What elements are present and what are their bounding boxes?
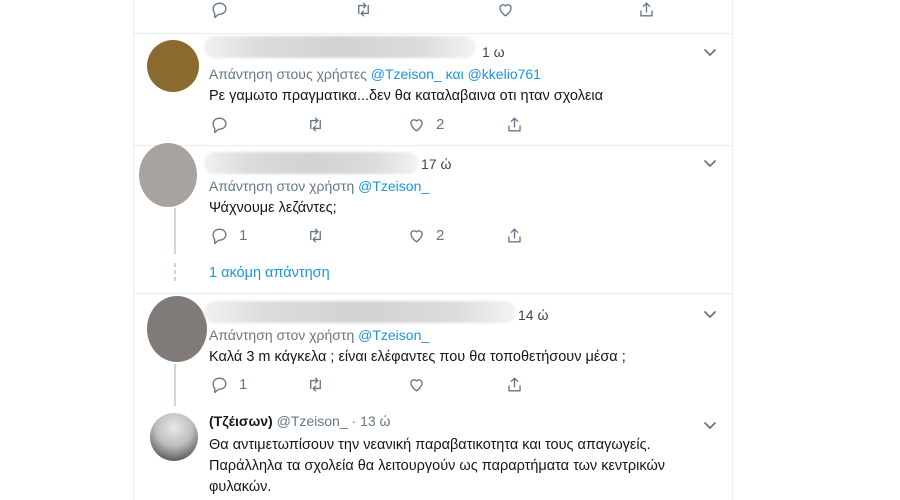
chevron-down-icon[interactable] [702,306,718,322]
tweet-text-line: Παράλληλα τα σχολεία θα λειτουργούν ως π… [209,458,666,474]
share-icon [508,228,521,243]
heart-icon [410,230,423,243]
tweet-text: Καλά 3 m κάγκελα ; είναι ελέφαντες που θ… [209,349,626,365]
avatar[interactable] [139,143,197,207]
reply-icon [212,377,227,394]
replying-to: Απάντηση στον χρήστη @Tzeison_ [209,327,429,343]
reply-action[interactable] [210,0,229,19]
tweet-text: Ψάχνουμε λεζάντες; [209,200,337,216]
reply-icon [212,228,227,245]
retweet-action[interactable] [306,375,325,394]
avatar[interactable] [147,296,207,362]
replying-prefix: Απάντηση στον χρήστη [209,327,355,343]
like-action[interactable]: 2 [407,115,444,134]
share-action[interactable] [505,375,524,394]
share-action[interactable] [505,226,524,245]
divider [134,145,732,146]
like-action[interactable]: 2 [407,226,444,245]
mention-link[interactable]: @Tzeison_ [358,178,429,194]
like-action[interactable] [496,0,515,19]
replying-prefix: Απάντηση στους χρήστες [209,66,367,82]
separator-dot: · [351,413,357,429]
retweet-action[interactable] [306,115,325,134]
mention-link[interactable]: @Tzeison_ [371,66,442,82]
avatar[interactable] [147,40,199,92]
retweet-icon [310,377,321,392]
share-icon [640,2,653,17]
replying-prefix: Απάντηση στον χρήστη [209,178,355,194]
retweet-action[interactable] [354,0,373,19]
blurred-username [204,301,516,323]
retweet-icon [310,228,321,243]
tweet-time[interactable]: 1 ω [482,44,505,60]
avatar[interactable] [150,413,198,461]
heart-icon [410,119,423,132]
like-count: 2 [436,116,445,133]
tweet-text: Ρε γαμωτο πραγματικα...δεν θα καταλαβαιν… [209,88,604,104]
replying-to: Απάντηση στον χρήστη @Tzeison_ [209,178,429,194]
blurred-username [204,36,476,58]
tweet-text-line: φυλακών. [209,479,272,495]
share-icon [508,377,521,392]
reply-icon [212,2,227,19]
tweet-time[interactable]: 17 ώ [421,156,451,172]
retweet-icon [358,2,369,17]
tweet-time[interactable]: 13 ώ [360,413,390,429]
reply-count: 1 [239,376,248,393]
divider [134,293,732,294]
tweet-time[interactable]: 14 ώ [518,307,548,323]
retweet-icon [310,117,321,132]
reply-action[interactable]: 1 [210,226,247,245]
user-handle[interactable]: @Tzeison_ [277,413,348,429]
heart-icon [499,4,512,17]
mention-link[interactable]: @kkelio761 [468,66,541,82]
tweet-feed: 1 ω Απάντηση στους χρήστες @Tzeison_ και… [133,0,733,500]
tweet-header: (Τζέισων) @Tzeison_ · 13 ώ [209,413,391,429]
share-action[interactable] [505,115,524,134]
mention-link[interactable]: @Tzeison_ [358,327,429,343]
chevron-down-icon[interactable] [702,155,718,171]
heart-icon [410,379,423,392]
show-more-replies-link[interactable]: 1 ακόμη απάντηση [209,265,330,281]
reply-icon [212,117,227,134]
reply-action[interactable] [210,115,229,134]
like-action[interactable] [407,375,426,394]
retweet-action[interactable] [306,226,325,245]
thread-line [174,364,176,406]
divider [134,33,732,34]
reply-count: 1 [239,227,248,244]
replying-to: Απάντηση στους χρήστες @Tzeison_ και @kk… [209,66,541,82]
blurred-username [204,152,419,174]
share-action[interactable] [637,0,656,19]
tweet-text: Θα αντιμετωπίσουν την νεανική παραβατικο… [209,435,665,498]
tweet-text-line: Θα αντιμετωπίσουν την νεανική παραβατικο… [209,437,651,453]
chevron-down-icon[interactable] [702,417,718,433]
display-name[interactable]: (Τζέισων) [209,413,273,429]
share-icon [508,117,521,132]
chevron-down-icon[interactable] [702,44,718,60]
reply-action[interactable]: 1 [210,375,247,394]
thread-line [174,208,176,254]
thread-dots [174,263,176,284]
mention-conj: και [445,66,464,82]
like-count: 2 [436,227,445,244]
